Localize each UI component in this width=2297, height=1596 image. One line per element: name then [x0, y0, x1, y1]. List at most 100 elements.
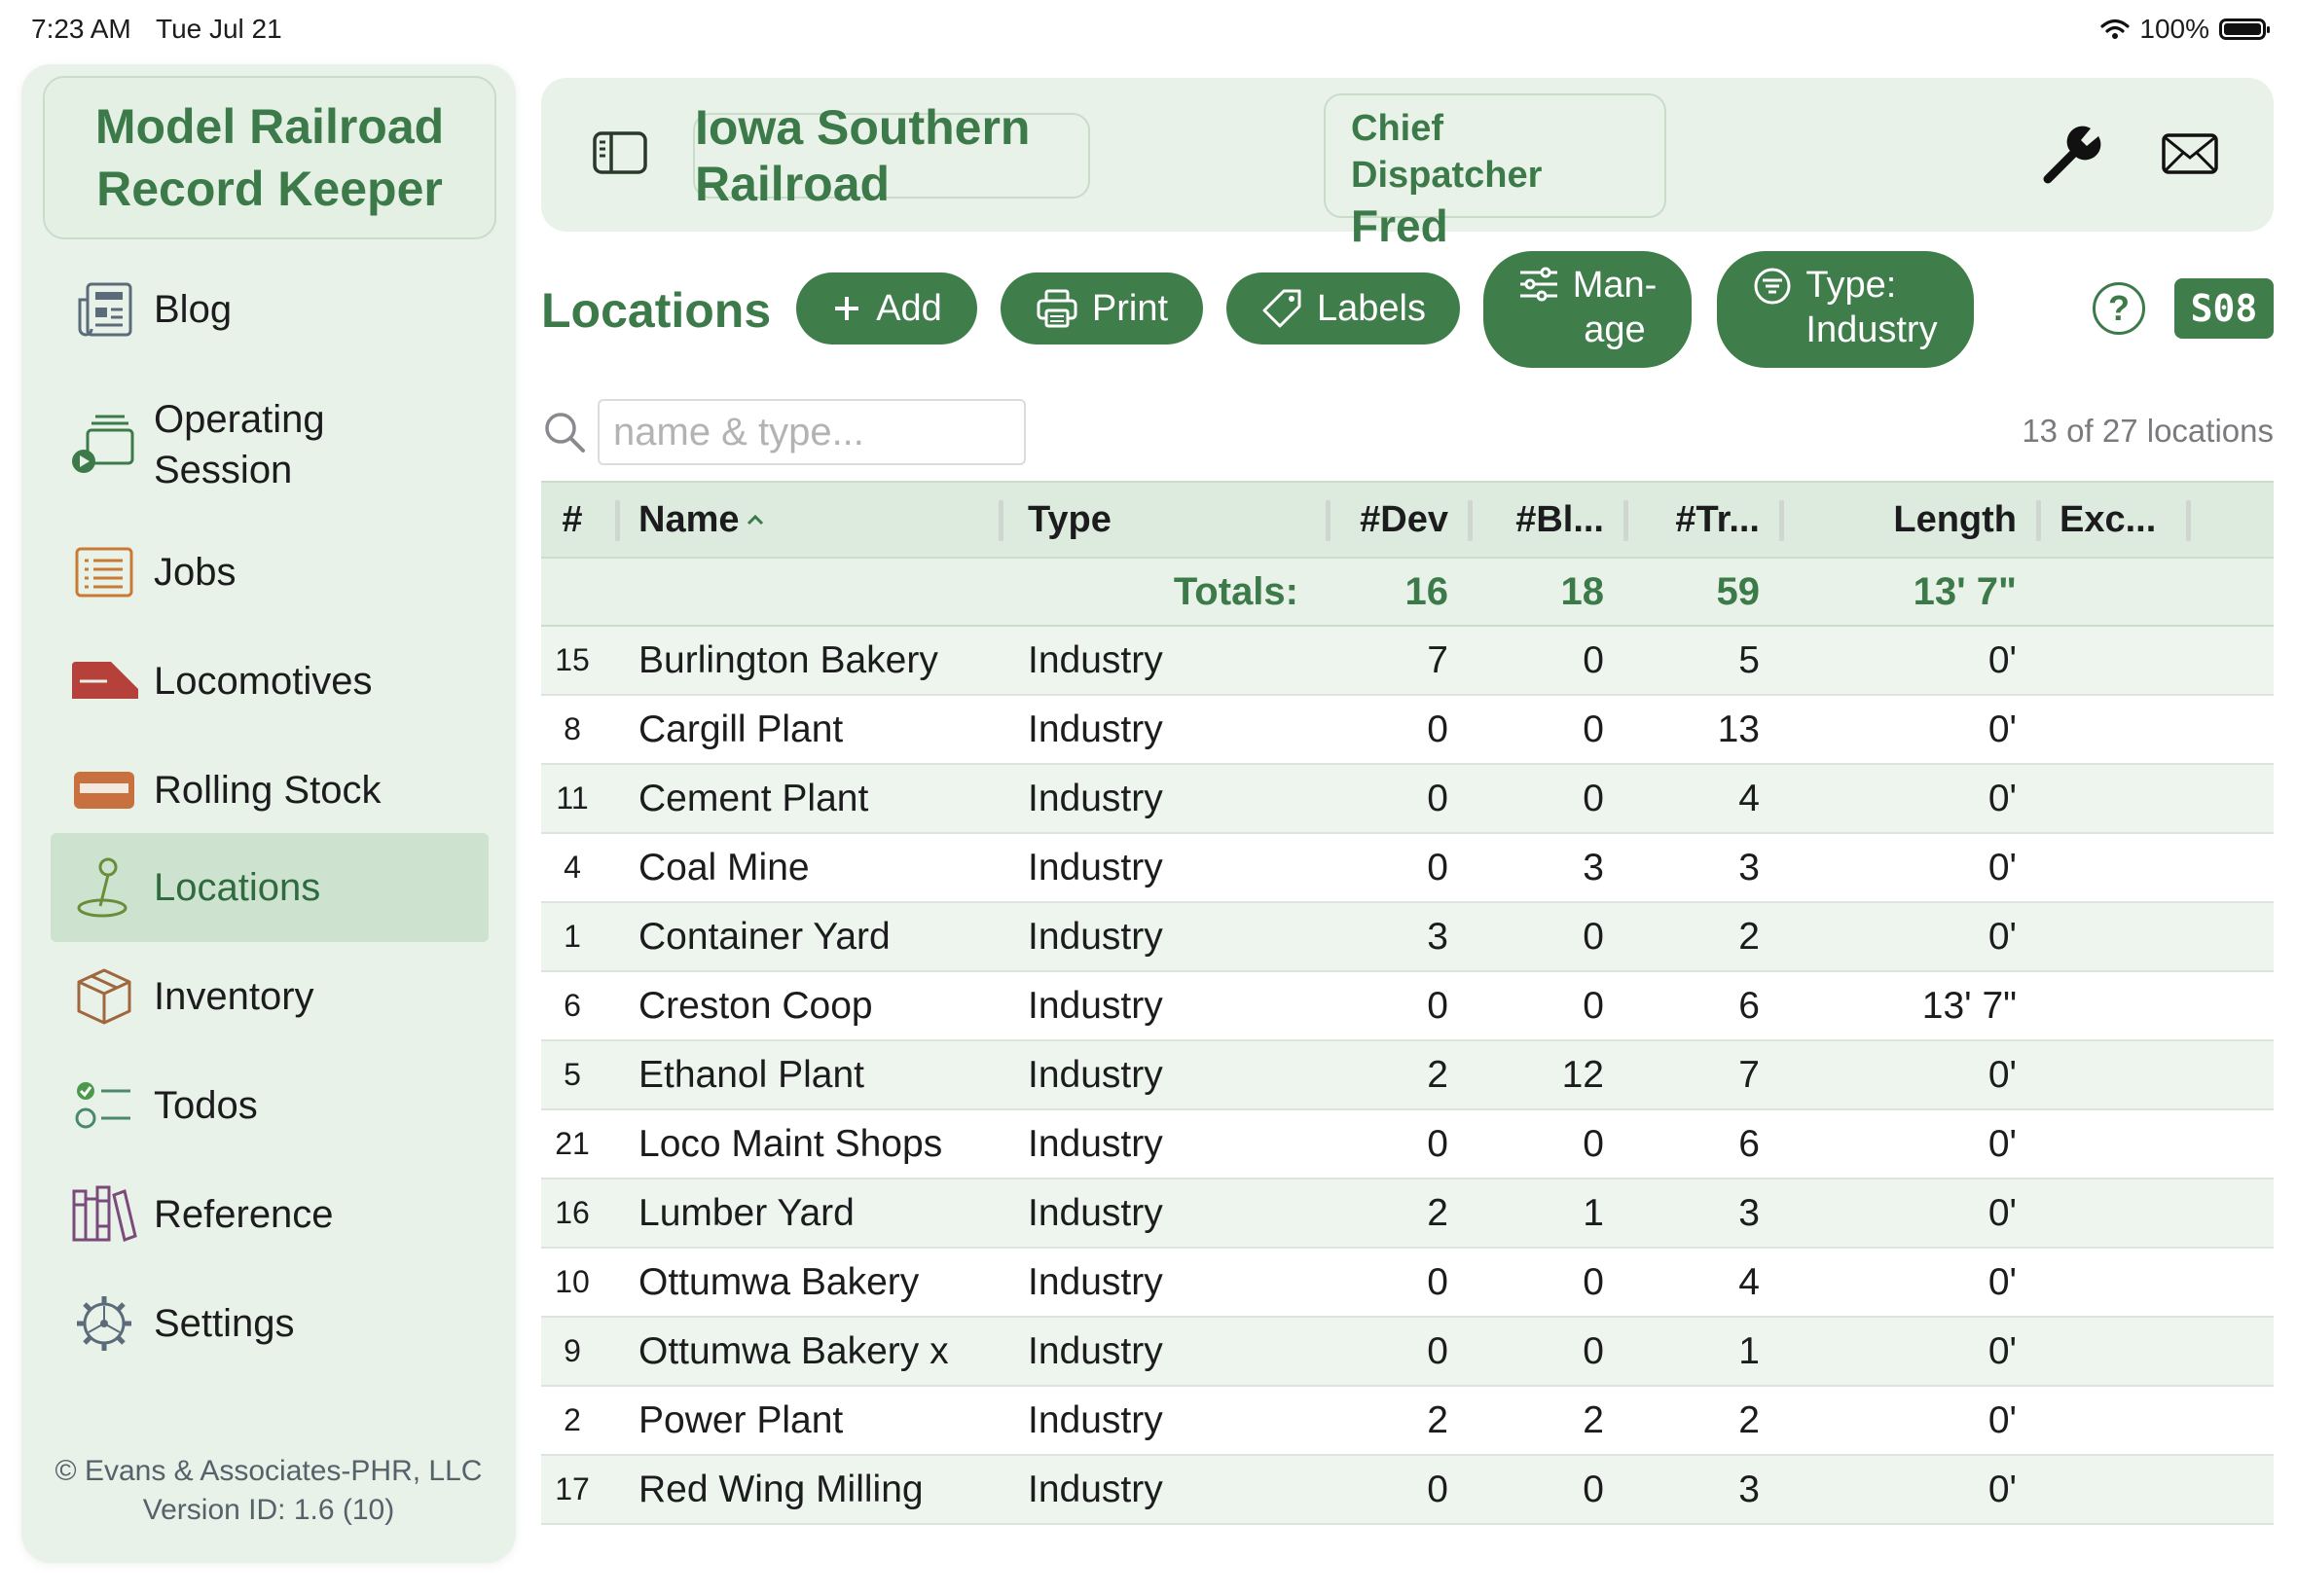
table-row[interactable]: 2 Power Plant Industry 2 2 2 0'	[541, 1387, 2274, 1456]
track-count: 3	[1738, 1191, 1760, 1234]
track-length: 0'	[1987, 707, 2017, 750]
table-row[interactable]: 9 Ottumwa Bakery x Industry 0 0 1 0'	[541, 1318, 2274, 1387]
track-count: 4	[1738, 1260, 1760, 1303]
table-row[interactable]: 1 Container Yard Industry 3 0 2 0'	[541, 903, 2274, 972]
add-button[interactable]: Add	[796, 272, 977, 345]
location-name: Loco Maint Shops	[638, 1122, 943, 1165]
type-filter-button[interactable]: Type: Industry	[1717, 251, 1974, 368]
location-pin-icon	[60, 853, 148, 922]
row-number: 15	[555, 642, 590, 677]
column-divider[interactable]	[615, 500, 620, 541]
track-count: 6	[1738, 1122, 1760, 1165]
dev-count: 0	[1427, 1122, 1448, 1165]
status-time: 7:23 AM	[31, 14, 131, 44]
column-divider[interactable]	[999, 500, 1003, 541]
table-row[interactable]: 11 Cement Plant Industry 0 0 4 0'	[541, 765, 2274, 834]
block-count: 1	[1583, 1191, 1604, 1234]
track-count: 2	[1738, 915, 1760, 958]
column-header-exc[interactable]: Exc...	[2060, 483, 2156, 557]
dev-count: 3	[1427, 915, 1448, 958]
location-type: Industry	[1028, 1122, 1163, 1165]
table-row[interactable]: 16 Lumber Yard Industry 2 1 3 0'	[541, 1179, 2274, 1249]
search-input[interactable]	[598, 399, 1026, 465]
column-header-type[interactable]: Type	[1028, 483, 1112, 557]
sidebar-item-operating-session[interactable]: Operating Session	[51, 383, 489, 506]
sidebar-item-locations[interactable]: Locations	[51, 833, 489, 942]
sidebar-item-rolling-stock[interactable]: Rolling Stock	[51, 736, 489, 845]
table-row[interactable]: 10 Ottumwa Bakery Industry 0 0 4 0'	[541, 1249, 2274, 1318]
column-divider[interactable]	[2186, 500, 2191, 541]
labels-button[interactable]: Labels	[1226, 272, 1460, 345]
books-icon	[60, 1180, 148, 1249]
locomotive-icon	[60, 647, 148, 715]
add-button-label: Add	[876, 287, 942, 329]
track-length: 0'	[1987, 1329, 2017, 1372]
tools-button[interactable]	[2040, 123, 2102, 190]
help-button[interactable]: ?	[2093, 282, 2145, 335]
table-row[interactable]: 17 Red Wing Milling Industry 0 0 3 0'	[541, 1456, 2274, 1525]
track-length: 0'	[1987, 915, 2017, 958]
copyright-text: © Evans & Associates-PHR, LLC	[55, 1455, 483, 1487]
newspaper-icon	[60, 275, 148, 344]
row-number: 8	[564, 711, 581, 746]
sidebar-item-settings[interactable]: Settings	[51, 1269, 489, 1378]
block-count: 0	[1583, 1468, 1604, 1510]
sidebar-item-label: Settings	[154, 1302, 295, 1345]
column-header-blocks[interactable]: #Bl...	[1515, 483, 1604, 557]
row-number: 4	[564, 850, 581, 885]
table-body: 15 Burlington Bakery Industry 7 0 5 0' 8 Cargill…	[518, 627, 2274, 1525]
column-header-length[interactable]: Length	[1893, 483, 2017, 557]
battery-icon	[2219, 18, 2270, 40]
table-row[interactable]: 21 Loco Maint Shops Industry 0 0 6 0'	[541, 1110, 2274, 1179]
location-type: Industry	[1028, 638, 1163, 681]
track-length: 13' 7"	[1921, 984, 2017, 1027]
column-header-dev[interactable]: #Dev	[1360, 483, 1448, 557]
location-type: Industry	[1028, 1329, 1163, 1372]
dev-count: 0	[1427, 846, 1448, 889]
table-row[interactable]: 15 Burlington Bakery Industry 7 0 5 0'	[541, 627, 2274, 696]
block-count: 0	[1583, 984, 1604, 1027]
dev-count: 2	[1427, 1053, 1448, 1096]
railroad-selector[interactable]: Iowa Southern Railroad	[693, 100, 1090, 211]
table-row[interactable]: 6 Creston Coop Industry 0 0 6 13' 7"	[541, 972, 2274, 1041]
totals-dev: 16	[1404, 569, 1449, 613]
column-divider[interactable]	[1326, 500, 1331, 541]
location-name: Ottumwa Bakery	[638, 1260, 920, 1303]
track-count: 4	[1738, 777, 1760, 819]
column-header-num[interactable]: #	[541, 483, 603, 557]
row-number: 10	[555, 1264, 590, 1299]
sidebar-item-reference[interactable]: Reference	[51, 1160, 489, 1269]
print-button[interactable]: Print	[1001, 272, 1203, 345]
block-count: 0	[1583, 638, 1604, 681]
wrench-icon	[2043, 126, 2101, 184]
tag-icon	[1260, 287, 1303, 330]
block-count: 0	[1583, 707, 1604, 750]
session-badge[interactable]: S08	[2174, 278, 2274, 339]
block-count: 2	[1583, 1398, 1604, 1441]
column-divider[interactable]	[2036, 500, 2041, 541]
column-divider[interactable]	[1623, 500, 1628, 541]
row-number: 21	[555, 1126, 590, 1161]
block-count: 0	[1583, 777, 1604, 819]
user-selector[interactable]: Chief Dispatcher Fred	[1324, 93, 1666, 251]
mail-button[interactable]	[2161, 132, 2219, 180]
table-row[interactable]: 4 Coal Mine Industry 0 3 3 0'	[541, 834, 2274, 903]
sidebar-item-locomotives[interactable]: Locomotives	[51, 627, 489, 736]
location-name: Ethanol Plant	[638, 1053, 865, 1096]
sidebar-item-jobs[interactable]: Jobs	[51, 518, 489, 627]
sidebar-item-blog[interactable]: Blog	[51, 255, 489, 364]
dev-count: 0	[1427, 707, 1448, 750]
manage-button[interactable]: Man- age	[1483, 251, 1692, 368]
labels-button-label: Labels	[1317, 287, 1426, 329]
sidebar-toggle-button[interactable]	[592, 130, 648, 180]
table-row[interactable]: 5 Ethanol Plant Industry 2 12 7 0'	[541, 1041, 2274, 1110]
sidebar-item-todos[interactable]: Todos	[51, 1051, 489, 1160]
column-header-name[interactable]: Name	[638, 483, 765, 557]
column-divider[interactable]	[1468, 500, 1473, 541]
sliders-icon	[1518, 267, 1559, 302]
block-count: 0	[1583, 1260, 1604, 1303]
sidebar-item-inventory[interactable]: Inventory	[51, 942, 489, 1051]
column-header-tracks[interactable]: #Tr...	[1675, 483, 1760, 557]
column-divider[interactable]	[1779, 500, 1784, 541]
table-row[interactable]: 8 Cargill Plant Industry 0 0 13 0'	[541, 696, 2274, 765]
